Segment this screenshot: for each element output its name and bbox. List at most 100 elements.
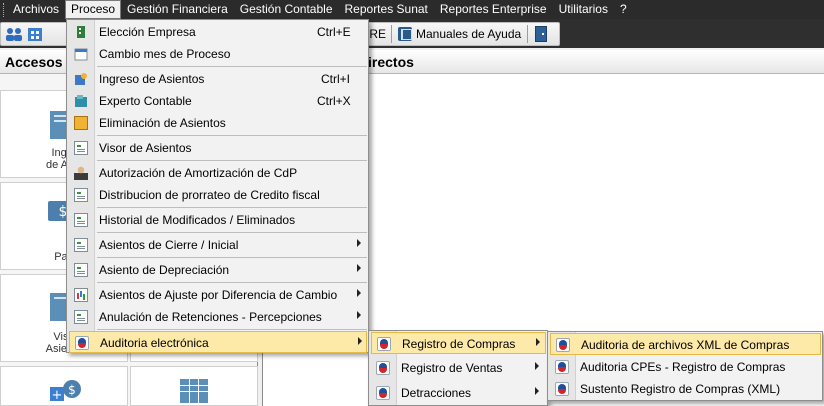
building-icon	[77, 26, 85, 38]
menu-gestion-financiera[interactable]: Gestión Financiera	[121, 0, 234, 19]
chart-icon	[74, 288, 88, 302]
menu-item-label: Autorización de Amortización de CdP	[99, 166, 298, 180]
toolbar-ire-button[interactable]: IRE	[366, 22, 386, 46]
menu-item-auditoria-electronica[interactable]: Auditoria electrónica	[69, 331, 367, 353]
auditoria-submenu: Registro de Compras Registro de Ventas D…	[368, 330, 548, 406]
menu-item-label: Registro de Compras	[402, 337, 516, 351]
sunat-icon	[555, 382, 569, 396]
submenu-arrow-icon	[535, 387, 539, 395]
menu-item-shortcut: Ctrl+I	[321, 72, 351, 86]
menu-proceso[interactable]: Proceso	[65, 0, 122, 19]
menu-item-label: Eliminación de Asientos	[99, 116, 226, 130]
menu-item-distribucion-prorrateo[interactable]: Distribucion de prorrateo de Credito fis…	[69, 184, 367, 206]
document-icon	[74, 188, 88, 202]
menu-item-label: Elección Empresa	[99, 25, 196, 39]
users-icon[interactable]	[4, 22, 48, 46]
menu-item-label: Distribucion de prorrateo de Credito fis…	[99, 188, 320, 202]
menu-reportes-enterprise[interactable]: Reportes Enterprise	[434, 0, 553, 19]
menu-item-historial-modificados[interactable]: Historial de Modificados / Eliminados	[69, 209, 367, 231]
submenu-arrow-icon	[357, 264, 361, 272]
expert-icon	[75, 95, 87, 107]
document-icon	[74, 213, 88, 227]
submenu-arrow-icon	[357, 289, 361, 297]
menu-separator	[97, 160, 367, 161]
book-icon	[398, 27, 412, 41]
submenu-item-auditoria-xml-compras[interactable]: Auditoria de archivos XML de Compras	[550, 333, 821, 355]
menu-item-shortcut: Ctrl+E	[317, 25, 351, 39]
menu-item-label: Anulación de Retenciones - Percepciones	[99, 310, 322, 324]
menu-separator	[97, 329, 367, 330]
submenu-item-registro-compras[interactable]: Registro de Compras	[371, 332, 546, 354]
menu-item-label: Auditoria electrónica	[100, 336, 209, 350]
menu-item-label: Auditoria CPEs - Registro de Compras	[580, 360, 786, 374]
document-icon	[74, 238, 88, 252]
sunat-icon	[75, 336, 89, 350]
menu-utilitarios[interactable]: Utilitarios	[553, 0, 614, 19]
svg-text:$: $	[68, 383, 76, 397]
menu-reportes-sunat[interactable]: Reportes Sunat	[339, 0, 434, 19]
exit-button[interactable]	[535, 22, 547, 46]
menu-item-label: Asientos de Ajuste por Diferencia de Cam…	[99, 288, 338, 302]
menu-item-label: Historial de Modificados / Eliminados	[99, 213, 296, 227]
menu-help[interactable]: ?	[614, 0, 633, 19]
menu-separator	[97, 232, 367, 233]
menu-item-asientos-cierre[interactable]: Asientos de Cierre / Inicial	[69, 234, 367, 256]
menu-item-label: Sustento Registro de Compras (XML)	[580, 382, 781, 396]
tile-add-payment[interactable]: + $	[0, 366, 128, 406]
submenu-arrow-icon	[357, 239, 361, 247]
submenu-arrow-icon	[358, 337, 362, 345]
menu-item-ajuste-diferencia-cambio[interactable]: Asientos de Ajuste por Diferencia de Cam…	[69, 284, 367, 306]
toolbar-separator	[527, 25, 528, 43]
submenu-item-registro-ventas[interactable]: Registro de Ventas	[371, 357, 546, 379]
menu-item-autorizacion-amortizacion[interactable]: Autorización de Amortización de CdP	[69, 162, 367, 184]
menu-item-label: Asiento de Depreciación	[99, 263, 230, 277]
submenu-arrow-icon	[536, 338, 540, 346]
menu-item-label: Registro de Ventas	[401, 361, 503, 375]
toolbar-ire-label: IRE	[366, 27, 387, 41]
submenu-item-sustento-xml[interactable]: Sustento Registro de Compras (XML)	[550, 378, 821, 400]
menu-item-label: Asientos de Cierre / Inicial	[99, 238, 239, 252]
menu-separator	[97, 207, 367, 208]
sunat-icon	[556, 338, 570, 352]
sunat-icon	[377, 337, 391, 351]
exit-door-icon	[535, 26, 547, 42]
menu-gestion-contable[interactable]: Gestión Contable	[234, 0, 339, 19]
menu-item-eleccion-empresa[interactable]: Elección Empresa Ctrl+E	[69, 21, 367, 43]
manuales-ayuda-button[interactable]: Manuales de Ayuda	[398, 22, 521, 46]
document-icon	[74, 263, 88, 277]
submenu-arrow-icon	[535, 362, 539, 370]
menu-item-label: Ingreso de Asientos	[99, 72, 205, 86]
menu-archivos[interactable]: Archivos	[7, 0, 65, 19]
menu-item-ingreso-asientos[interactable]: Ingreso de Asientos Ctrl+I	[69, 68, 367, 90]
menu-item-visor-asientos[interactable]: Visor de Asientos	[69, 137, 367, 159]
menu-separator	[97, 257, 367, 258]
table-icon	[180, 379, 208, 403]
submenu-arrow-icon	[357, 311, 361, 319]
sunat-icon	[555, 360, 569, 374]
add-cash-icon: + $	[50, 380, 81, 403]
toolbar-separator	[391, 25, 392, 43]
menu-item-label: Experto Contable	[99, 94, 192, 108]
menu-separator	[97, 135, 367, 136]
menu-item-label: Cambio mes de Proceso	[99, 47, 231, 61]
person-icon	[74, 166, 88, 180]
menu-item-label: Auditoria de archivos XML de Compras	[581, 338, 790, 352]
submenu-item-detracciones[interactable]: Detracciones	[371, 382, 546, 404]
proceso-menu: Elección Empresa Ctrl+E Cambio mes de Pr…	[66, 19, 369, 353]
menu-bar: Archivos Proceso Gestión Financiera Gest…	[0, 0, 824, 19]
svg-text:+: +	[52, 388, 63, 403]
menu-item-asiento-depreciacion[interactable]: Asiento de Depreciación	[69, 259, 367, 281]
menu-item-shortcut: Ctrl+X	[317, 94, 351, 108]
sunat-icon	[376, 361, 390, 375]
menu-item-anulacion-retenciones[interactable]: Anulación de Retenciones - Percepciones	[69, 306, 367, 328]
menu-item-eliminacion-asientos[interactable]: Eliminación de Asientos	[69, 112, 367, 134]
manuales-ayuda-label: Manuales de Ayuda	[416, 27, 522, 41]
clipboard-icon	[74, 116, 88, 130]
menu-item-cambio-mes[interactable]: Cambio mes de Proceso	[69, 43, 367, 65]
menu-item-label: Visor de Asientos	[99, 141, 192, 155]
document-icon	[74, 141, 88, 155]
tile-grid-document[interactable]	[130, 366, 258, 406]
menu-separator	[97, 66, 367, 67]
submenu-item-auditoria-cpes[interactable]: Auditoria CPEs - Registro de Compras	[550, 356, 821, 378]
menu-item-experto-contable[interactable]: Experto Contable Ctrl+X	[69, 90, 367, 112]
